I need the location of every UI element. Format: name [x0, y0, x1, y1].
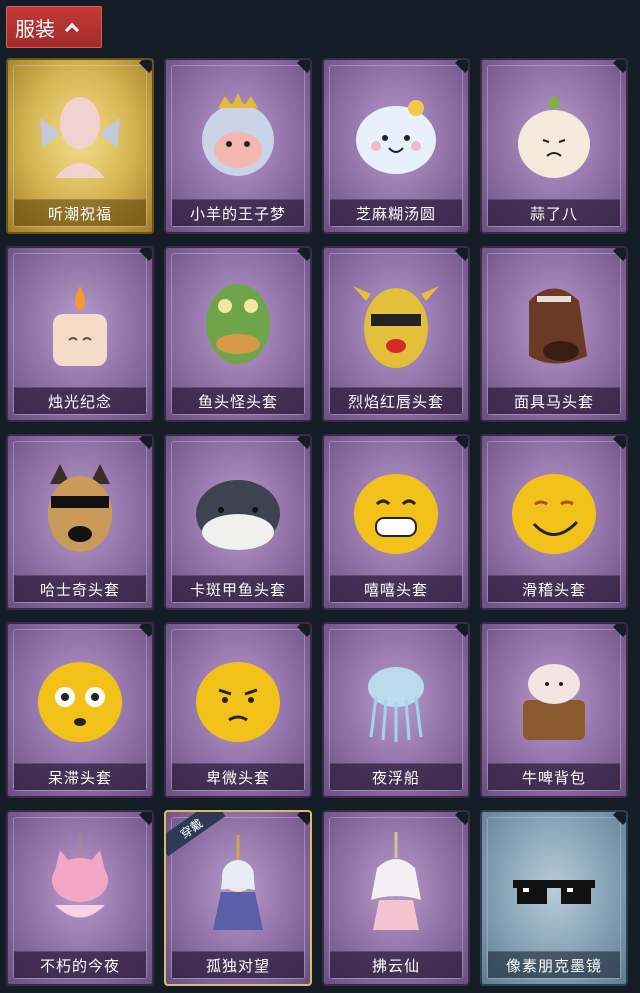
item-name: 呆滞头套	[14, 763, 146, 790]
fish-head-icon	[183, 266, 293, 376]
item-card[interactable]: 卑微头套	[164, 622, 312, 798]
item-name: 烈焰红唇头套	[330, 387, 462, 414]
item-name: 面具马头套	[488, 387, 620, 414]
item-name: 像素朋克墨镜	[488, 951, 620, 978]
item-name: 鱼头怪头套	[172, 387, 304, 414]
item-name: 滑稽头套	[488, 575, 620, 602]
husky-head-icon	[25, 454, 135, 564]
smirk-emoji-icon	[499, 454, 609, 564]
item-card[interactable]: 小羊的王子梦	[164, 58, 312, 234]
item-card[interactable]: 夜浮船	[322, 622, 470, 798]
item-card[interactable]: 嘻嘻头套	[322, 434, 470, 610]
item-card[interactable]: 呆滞头套	[6, 622, 154, 798]
item-name: 夜浮船	[330, 763, 462, 790]
pink-cat-icon	[25, 830, 135, 940]
jellyfish-icon	[341, 642, 451, 752]
stare-emoji-icon	[25, 642, 135, 752]
garlic-icon	[499, 78, 609, 188]
mannequin-icon	[25, 78, 135, 188]
item-name: 孤独对望	[172, 951, 304, 978]
pixel-sunglasses-icon	[499, 830, 609, 940]
item-name: 嘻嘻头套	[330, 575, 462, 602]
item-card[interactable]: 不朽的今夜	[6, 810, 154, 986]
item-card[interactable]: 像素朋克墨镜	[480, 810, 628, 986]
item-name: 芝麻糊汤圆	[330, 199, 462, 226]
item-card[interactable]: 穿戴 孤独对望	[164, 810, 312, 986]
item-card[interactable]: 烈焰红唇头套	[322, 246, 470, 422]
horse-head-icon	[499, 266, 609, 376]
item-card[interactable]: 鱼头怪头套	[164, 246, 312, 422]
item-name: 卑微头套	[172, 763, 304, 790]
humble-emoji-icon	[183, 642, 293, 752]
item-card[interactable]: 面具马头套	[480, 246, 628, 422]
item-name: 不朽的今夜	[14, 951, 146, 978]
chevron-up-icon	[65, 21, 77, 33]
outfit-category-tab[interactable]: 服装	[6, 6, 102, 48]
item-name: 卡斑甲鱼头套	[172, 575, 304, 602]
item-name: 蒜了八	[488, 199, 620, 226]
item-name: 牛啤背包	[488, 763, 620, 790]
item-card[interactable]: 蒜了八	[480, 58, 628, 234]
sheep-crown-icon	[183, 78, 293, 188]
cow-barrel-icon	[499, 642, 609, 752]
item-card[interactable]: 牛啤背包	[480, 622, 628, 798]
item-card[interactable]: 听潮祝福	[6, 58, 154, 234]
item-name: 烛光纪念	[14, 387, 146, 414]
item-card[interactable]: 芝麻糊汤圆	[322, 58, 470, 234]
candle-icon	[25, 266, 135, 376]
item-name: 小羊的王子梦	[172, 199, 304, 226]
doll-charm-icon	[183, 830, 293, 940]
item-name: 拂云仙	[330, 951, 462, 978]
item-card[interactable]: 滑稽头套	[480, 434, 628, 610]
grin-emoji-icon	[341, 454, 451, 564]
item-card[interactable]: 哈士奇头套	[6, 434, 154, 610]
turtle-head-icon	[183, 454, 293, 564]
fairy-charm-icon	[341, 830, 451, 940]
item-card[interactable]: 卡斑甲鱼头套	[164, 434, 312, 610]
dumpling-icon	[341, 78, 451, 188]
item-card[interactable]: 拂云仙	[322, 810, 470, 986]
yellow-mask-icon	[341, 266, 451, 376]
item-name: 哈士奇头套	[14, 575, 146, 602]
item-name: 听潮祝福	[14, 199, 146, 226]
item-card[interactable]: 烛光纪念	[6, 246, 154, 422]
outfit-category-label: 服装	[15, 16, 55, 41]
